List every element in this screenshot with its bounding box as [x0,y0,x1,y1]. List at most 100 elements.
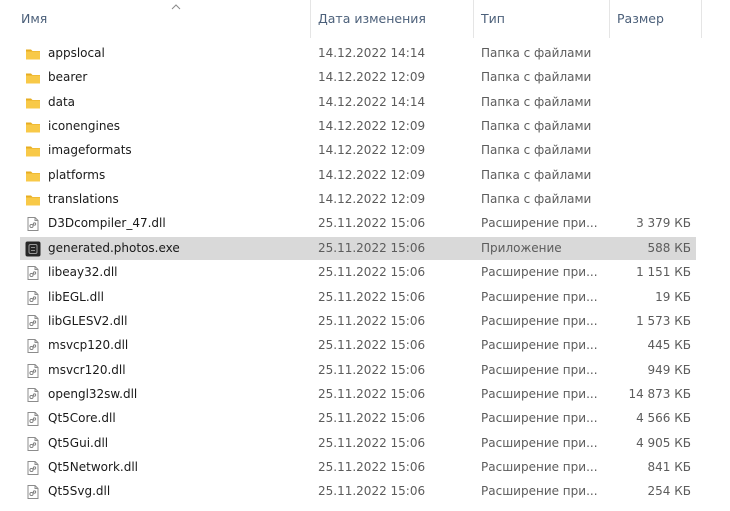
file-row[interactable]: msvcp120.dll 25.11.2022 15:06 Расширение п… [20,334,696,357]
file-date: 25.11.2022 15:06 [318,216,426,231]
dll-file-icon [27,290,39,305]
file-name: opengl32sw.dll [48,386,138,401]
file-size: 949 КБ [647,362,691,377]
file-size: 4 905 КБ [636,435,691,450]
file-date: 25.11.2022 15:06 [318,338,426,353]
app-icon [25,241,41,257]
column-header-type[interactable]: Тип [473,0,609,38]
column-header-date[interactable]: Дата изменения [310,0,473,38]
file-date: 25.11.2022 15:06 [318,386,426,401]
file-size: 14 873 КБ [628,386,691,401]
file-date: 14.12.2022 12:09 [318,167,426,182]
file-type: Расширение при... [481,435,598,450]
file-date: 25.11.2022 15:06 [318,362,426,377]
file-name: msvcp120.dll [48,338,129,353]
folder-icon [26,171,40,182]
file-name: iconengines [48,119,121,134]
file-name: libeay32.dll [48,265,118,280]
file-type: Приложение [481,240,562,255]
file-type: Расширение при... [481,386,598,401]
dll-file-icon [27,436,39,451]
file-name: imageformats [48,143,132,158]
file-date: 25.11.2022 15:06 [318,435,426,450]
file-type: Папка с файлами [481,192,592,207]
file-row[interactable]: Qt5Network.dll 25.11.2022 15:06 Расширение… [20,456,696,479]
file-row[interactable]: bearer 14.12.2022 12:09 Папка с файлами [20,66,696,89]
file-size: 254 КБ [647,484,691,499]
file-name: data [48,94,76,109]
file-row[interactable]: D3Dcompiler_47.dll 25.11.2022 15:06 Расшир… [20,212,696,235]
file-type: Папка с файлами [481,46,592,60]
file-date: 25.11.2022 15:06 [318,265,426,280]
dll-file-icon [27,412,39,427]
folder-icon [26,49,40,60]
chevron-up-icon [171,4,181,10]
file-size: 1 573 КБ [636,313,691,328]
file-type: Папка с файлами [481,94,592,109]
file-date: 25.11.2022 15:06 [318,411,426,426]
file-name: msvcr120.dll [48,362,126,377]
file-type: Папка с файлами [481,119,592,134]
file-row[interactable]: appslocal 14.12.2022 14:14 Папка с файлами [20,42,696,65]
dll-file-icon [27,363,39,378]
file-type: Папка с файлами [481,167,592,182]
file-name: bearer [48,70,88,85]
file-row[interactable]: msvcr120.dll 25.11.2022 15:06 Расширение п… [20,359,696,382]
dll-file-icon [27,217,39,232]
file-row[interactable]: imageformats 14.12.2022 12:09 Папка с файл… [20,139,696,162]
file-size: 588 КБ [647,240,691,255]
column-header-filler [701,0,730,38]
file-type: Расширение при... [481,484,598,499]
file-date: 14.12.2022 14:14 [318,94,426,109]
column-header-size-label: Размер [617,11,664,26]
folder-icon [26,146,40,157]
file-row[interactable]: libeay32.dll 25.11.2022 15:06 Расширение п… [20,261,696,284]
file-row[interactable]: opengl32sw.dll 25.11.2022 15:06 Расширение… [20,383,696,406]
file-type: Расширение при... [481,338,598,353]
file-row[interactable]: libEGL.dll 25.11.2022 15:06 Расширение при… [20,286,696,309]
file-type: Папка с файлами [481,70,592,85]
file-row[interactable]: platforms 14.12.2022 12:09 Папка с файлами [20,164,696,187]
column-header-size[interactable]: Размер [609,0,701,38]
folder-icon [26,98,40,109]
file-type: Расширение при... [481,289,598,304]
file-size: 4 566 КБ [636,411,691,426]
column-header-name-label: Имя [21,11,48,26]
dll-file-icon [27,460,39,475]
file-row[interactable]: Qt5Svg.dll 25.11.2022 15:06 Расширение при… [20,480,696,503]
file-type: Расширение при... [481,265,598,280]
file-date: 25.11.2022 15:06 [318,313,426,328]
file-date: 14.12.2022 12:09 [318,70,426,85]
file-row[interactable]: Qt5Gui.dll 25.11.2022 15:06 Расширение при… [20,432,696,455]
dll-file-icon [27,387,39,402]
file-type: Расширение при... [481,313,598,328]
file-size: 1 151 КБ [636,265,691,280]
file-type: Расширение при... [481,411,598,426]
file-row[interactable]: libGLESV2.dll 25.11.2022 15:06 Расширение … [20,310,696,333]
file-name: appslocal [48,46,105,60]
dll-file-icon [27,266,39,281]
file-date: 14.12.2022 12:09 [318,143,426,158]
file-row[interactable]: iconengines 14.12.2022 12:09 Папка с файла… [20,115,696,138]
file-date: 25.11.2022 15:06 [318,240,426,255]
file-date: 14.12.2022 14:14 [318,46,426,60]
dll-file-icon [27,485,39,500]
file-date: 25.11.2022 15:06 [318,459,426,474]
column-header-bar: Имя Дата изменения Тип Размер [0,0,730,38]
file-row-selected[interactable]: generated.photos.exe 25.11.2022 15:06 Прил… [20,236,696,260]
file-size: 841 КБ [647,459,691,474]
file-date: 25.11.2022 15:06 [318,484,426,499]
column-header-date-label: Дата изменения [318,11,426,26]
folder-icon [26,73,40,84]
file-row[interactable]: Qt5Core.dll 25.11.2022 15:06 Расширение пр… [20,407,696,430]
file-type: Расширение при... [481,216,598,231]
file-name: generated.photos.exe [48,240,180,255]
file-size: 3 379 КБ [636,216,691,231]
file-name: Qt5Network.dll [48,459,138,474]
file-row[interactable]: translations 14.12.2022 12:09 Папка с файл… [20,188,696,211]
column-header-name[interactable]: Имя [14,0,310,38]
file-row[interactable]: data 14.12.2022 14:14 Папка с файлами [20,91,696,114]
file-name: libEGL.dll [48,289,104,304]
file-size: 19 КБ [655,289,691,304]
file-type: Папка с файлами [481,143,592,158]
